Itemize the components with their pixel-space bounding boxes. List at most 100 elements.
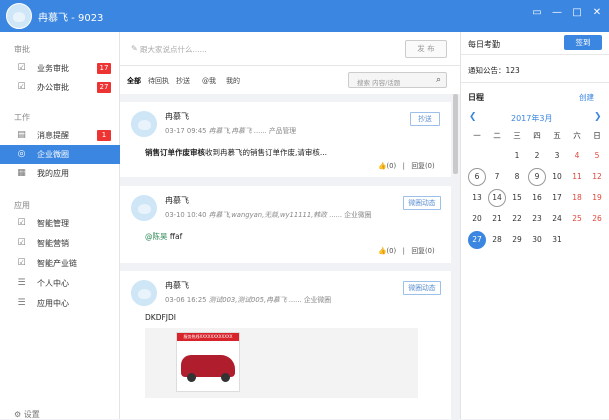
search-input[interactable]: 搜索 内容/话题 ⌕: [348, 72, 447, 88]
calendar-day[interactable]: 5: [588, 147, 606, 165]
reply-button[interactable]: 回复(0): [411, 162, 434, 170]
post-scope: ...... 产品管理: [253, 127, 297, 135]
post-tag[interactable]: 微圈动态: [403, 281, 441, 295]
sidebar-item-label: 消息提醒: [37, 131, 69, 140]
next-month-icon[interactable]: ❯: [594, 112, 602, 122]
sidebar-item-smart-supply-chain[interactable]: ☑ 智能产业链: [0, 254, 120, 273]
sidebar-item-business-approval[interactable]: ☑ 业务审批 17: [0, 59, 120, 78]
compose-input[interactable]: 跟大家说点什么......: [140, 44, 207, 55]
avatar[interactable]: [130, 110, 158, 138]
skin-icon[interactable]: ▭: [529, 5, 545, 21]
calendar-day[interactable]: 26: [588, 210, 606, 228]
post-meta: 03-17 09:45 冉慕飞,冉慕飞 ...... 产品管理: [165, 125, 296, 135]
sidebar-item-personal-center[interactable]: ☰ 个人中心: [0, 274, 120, 293]
post-recipients: 测试003,测试005,冉慕飞: [208, 296, 287, 304]
count-badge: 17: [97, 63, 111, 74]
calendar-day[interactable]: 3: [548, 147, 566, 165]
calendar-day-today[interactable]: 27: [468, 231, 486, 249]
avatar[interactable]: [130, 194, 158, 222]
sidebar-item-label: 企业微圈: [37, 150, 69, 159]
calendar-day[interactable]: 25: [568, 210, 586, 228]
post-image[interactable]: 服务热线XXXXXXXXXXXX: [145, 328, 418, 398]
weekday-label: 日: [593, 131, 601, 140]
like-button[interactable]: 👍(0): [378, 247, 396, 255]
sidebar-item-app-center[interactable]: ☰ 应用中心: [0, 294, 120, 313]
checkbox-icon: ☑: [17, 258, 26, 268]
feed-scrollbar[interactable]: [453, 94, 458, 174]
maximize-button[interactable]: □: [569, 5, 585, 21]
calendar-day[interactable]: 13: [468, 189, 486, 207]
sidebar-item-enterprise-circle[interactable]: ◎ 企业微圈: [0, 145, 120, 164]
settings-link[interactable]: ⚙ 设置: [14, 409, 40, 420]
like-button[interactable]: 👍(0): [378, 162, 396, 170]
calendar-day[interactable]: 23: [528, 210, 546, 228]
calendar-day[interactable]: 30: [528, 231, 546, 249]
schedule-title: 日程: [468, 93, 484, 102]
calendar-day[interactable]: 1: [508, 147, 526, 165]
tab-mine[interactable]: 我的: [226, 76, 240, 86]
window-title: 冉慕飞 - 9023: [38, 13, 104, 24]
minimize-button[interactable]: —: [549, 5, 565, 21]
post-author[interactable]: 冉慕飞: [165, 280, 189, 291]
calendar-day[interactable]: 15: [508, 189, 526, 207]
tab-mentions[interactable]: @我: [202, 76, 216, 86]
post-tag[interactable]: 抄送: [410, 112, 440, 126]
compose-box: ✎ 跟大家说点什么...... 发 布: [120, 32, 460, 66]
user-avatar[interactable]: [6, 3, 32, 29]
calendar-day[interactable]: 29: [508, 231, 526, 249]
calendar-day[interactable]: 4: [568, 147, 586, 165]
sign-in-button[interactable]: 签到: [564, 35, 602, 50]
calendar-day[interactable]: 20: [468, 210, 486, 228]
calendar-day[interactable]: 16: [528, 189, 546, 207]
post-author[interactable]: 冉慕飞: [165, 111, 189, 122]
sidebar-item-label: 业务审批: [37, 64, 69, 73]
calendar-day[interactable]: 14: [488, 189, 506, 207]
like-count: (0): [386, 247, 397, 255]
tab-cc[interactable]: 抄送: [176, 76, 190, 86]
calendar-day[interactable]: 19: [588, 189, 606, 207]
calendar-day[interactable]: 31: [548, 231, 566, 249]
apps-icon: ▦: [17, 168, 26, 178]
sidebar-item-office-approval[interactable]: ☑ 办公审批 27: [0, 78, 120, 97]
post-tag[interactable]: 微圈动态: [403, 196, 441, 210]
calendar-day[interactable]: 10: [548, 168, 566, 186]
prev-month-icon[interactable]: ❮: [469, 112, 477, 122]
calendar-day[interactable]: 11: [568, 168, 586, 186]
avatar[interactable]: [130, 279, 158, 307]
attendance-title: 每日考勤: [468, 40, 500, 49]
post-actions: 👍(0) | 回复(0): [378, 247, 435, 255]
checkbox-icon: ☑: [17, 238, 26, 248]
tab-pending-receipt[interactable]: 待回执: [148, 76, 169, 86]
sidebar-item-label: 应用中心: [37, 299, 69, 308]
calendar-day[interactable]: 28: [488, 231, 506, 249]
post-author[interactable]: 冉慕飞: [165, 195, 189, 206]
calendar-month: 2017年3月: [511, 114, 553, 123]
calendar-day[interactable]: 6: [468, 168, 486, 186]
sidebar-item-messages[interactable]: ▤ 消息提醒 1: [0, 126, 120, 145]
mention[interactable]: @陈昊: [145, 232, 168, 241]
calendar-day[interactable]: 7: [488, 168, 506, 186]
section-title-work: 工作: [14, 113, 30, 122]
search-icon[interactable]: ⌕: [436, 75, 441, 85]
weekday-label: 四: [533, 131, 541, 140]
publish-button[interactable]: 发 布: [405, 40, 447, 58]
calendar-day[interactable]: 22: [508, 210, 526, 228]
calendar-day[interactable]: 21: [488, 210, 506, 228]
close-button[interactable]: ✕: [589, 5, 605, 21]
calendar-day[interactable]: 17: [548, 189, 566, 207]
calendar-day[interactable]: 24: [548, 210, 566, 228]
calendar-day[interactable]: 12: [588, 168, 606, 186]
post-recipients: 冉慕飞,冉慕飞: [208, 127, 252, 135]
create-schedule-button[interactable]: 创建: [579, 92, 594, 103]
calendar-day[interactable]: 2: [528, 147, 546, 165]
tab-all[interactable]: 全部: [127, 76, 141, 86]
sidebar-item-smart-management[interactable]: ☑ 智能管理: [0, 214, 120, 233]
message-icon: ▤: [17, 130, 26, 140]
sidebar-item-my-apps[interactable]: ▦ 我的应用: [0, 164, 120, 183]
calendar-day[interactable]: 9: [528, 168, 546, 186]
calendar-day[interactable]: 8: [508, 168, 526, 186]
post-body-title: 销售订单作废审核: [145, 148, 205, 157]
reply-button[interactable]: 回复(0): [411, 247, 434, 255]
sidebar-item-smart-marketing[interactable]: ☑ 智能营销: [0, 234, 120, 253]
calendar-day[interactable]: 18: [568, 189, 586, 207]
